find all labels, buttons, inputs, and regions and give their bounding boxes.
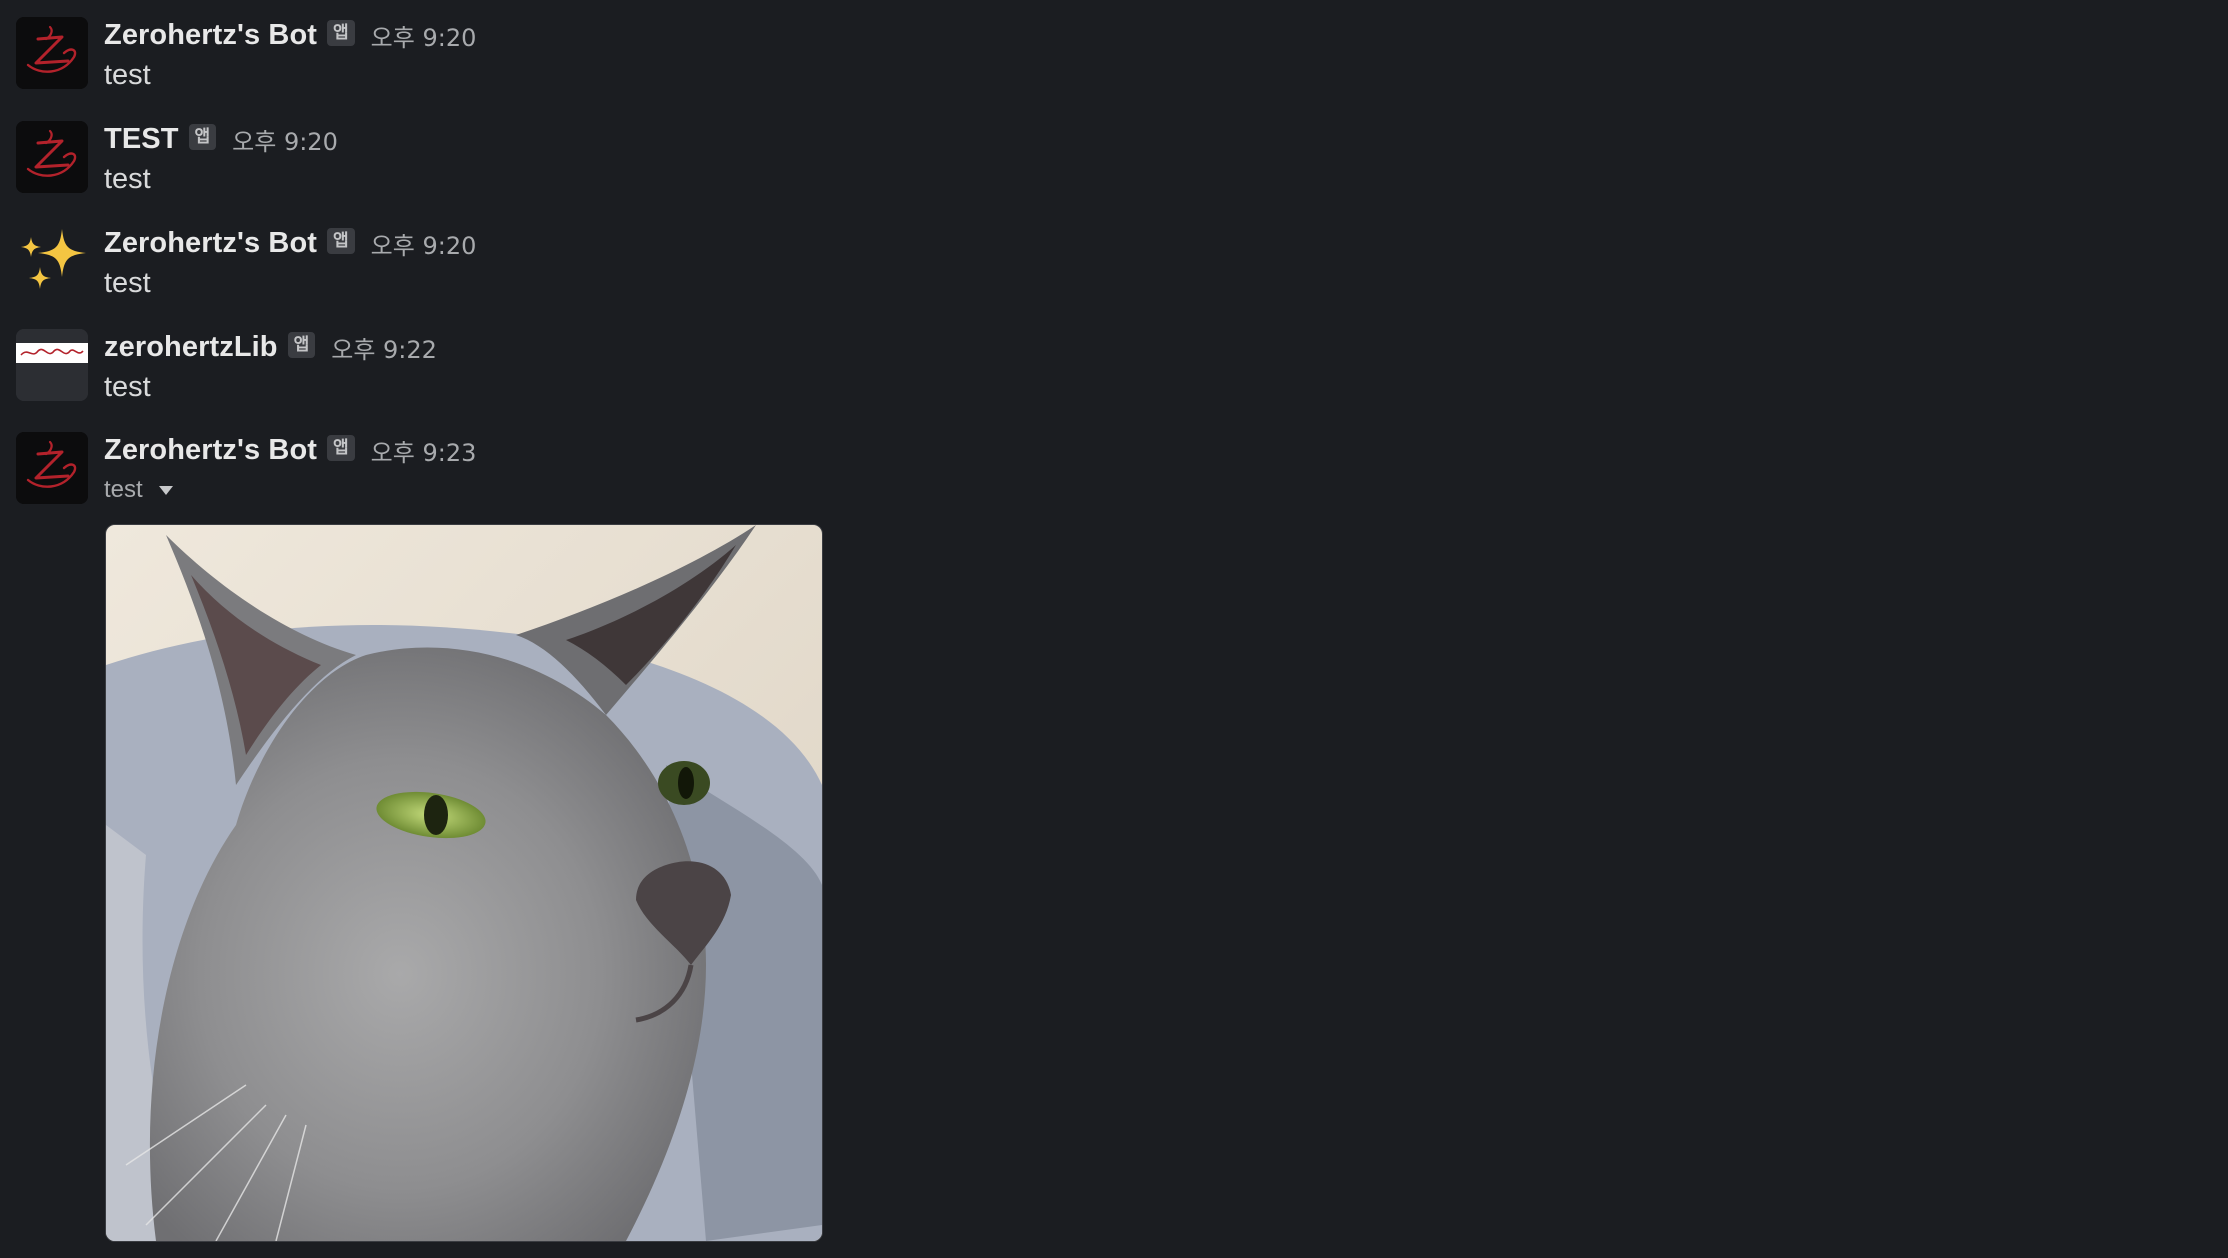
- message-text: test: [104, 371, 151, 403]
- message-text: test: [104, 267, 151, 299]
- file-name-toggle[interactable]: test: [104, 476, 173, 504]
- zerohertz-logo-icon[interactable]: [16, 17, 88, 89]
- timestamp[interactable]: 오후 9:20: [371, 18, 477, 53]
- app-badge: 앱: [287, 332, 316, 358]
- timestamp[interactable]: 오후 9:23: [371, 433, 477, 468]
- sender-name[interactable]: TEST: [104, 123, 179, 156]
- zerohertz-logo-icon[interactable]: [16, 432, 88, 504]
- message-text: test: [104, 163, 151, 195]
- zerohertzlib-logo-icon[interactable]: [16, 329, 88, 401]
- app-badge: 앱: [327, 228, 355, 254]
- gray-cat-photo[interactable]: [105, 524, 823, 1242]
- sender-name[interactable]: Zerohertz's Bot: [104, 227, 317, 260]
- timestamp[interactable]: 오후 9:20: [371, 226, 477, 261]
- message-header: Zerohertz's Bot 앱 오후 9:20: [104, 225, 476, 261]
- timestamp[interactable]: 오후 9:20: [232, 122, 338, 157]
- sparkles-icon[interactable]: [16, 225, 88, 297]
- sender-name[interactable]: Zerohertz's Bot: [104, 434, 317, 467]
- sender-name[interactable]: zerohertzLib: [104, 331, 278, 364]
- caret-down-icon[interactable]: [158, 485, 173, 495]
- message-text: test: [104, 59, 151, 91]
- zerohertz-logo-icon[interactable]: [16, 121, 88, 193]
- message-header: Zerohertz's Bot 앱 오후 9:23: [104, 432, 476, 468]
- app-badge: 앱: [327, 20, 355, 46]
- message-feed: Zerohertz's Bot 앱 오후 9:20 test TEST 앱 오후…: [0, 0, 2228, 1258]
- timestamp[interactable]: 오후 9:22: [331, 330, 437, 365]
- message-header: zerohertzLib 앱 오후 9:22: [104, 329, 437, 365]
- file-name[interactable]: test: [104, 476, 143, 504]
- app-badge: 앱: [188, 124, 217, 150]
- message-header: TEST 앱 오후 9:20: [104, 121, 338, 157]
- app-badge: 앱: [327, 435, 355, 461]
- message-header: Zerohertz's Bot 앱 오후 9:20: [104, 17, 476, 53]
- sender-name[interactable]: Zerohertz's Bot: [104, 19, 317, 52]
